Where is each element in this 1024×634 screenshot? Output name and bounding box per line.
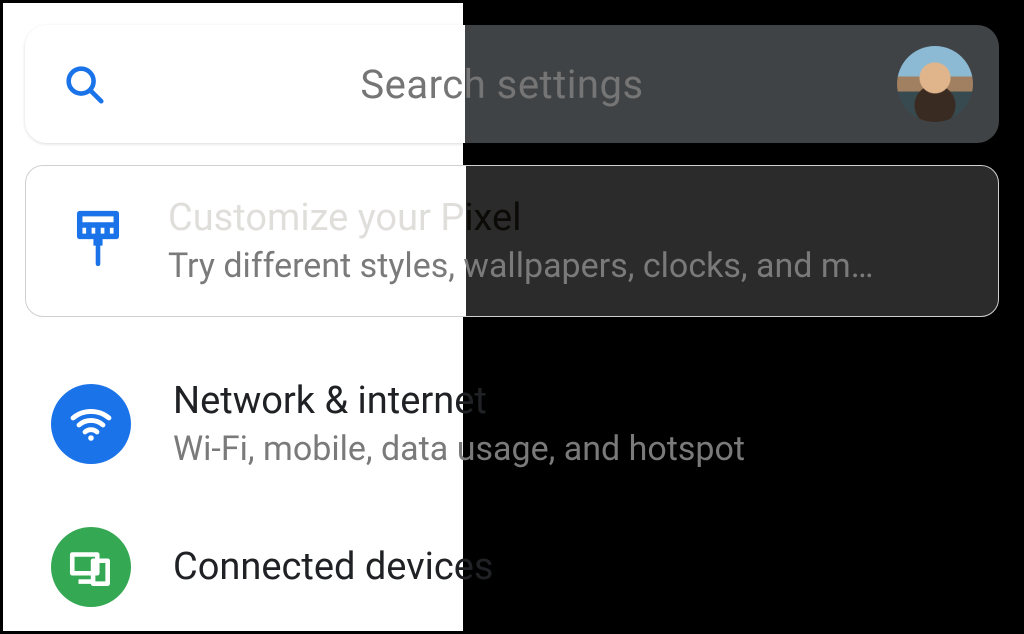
settings-item-network[interactable]: Network & internet Wi-Fi, mobile, data u… xyxy=(25,379,999,469)
network-subtitle: Wi-Fi, mobile, data usage, and hotspot xyxy=(173,429,745,469)
avatar[interactable] xyxy=(897,46,973,122)
search-placeholder: Search settings xyxy=(107,61,897,108)
search-icon xyxy=(61,61,107,107)
settings-item-connected-devices[interactable]: Connected devices xyxy=(25,527,999,607)
customize-pixel-card[interactable]: Customize your Pixel Try different style… xyxy=(25,165,999,317)
customize-title: Customize your Pixel xyxy=(168,196,873,240)
devices-icon xyxy=(51,527,131,607)
network-title: Network & internet xyxy=(173,379,745,423)
paintbrush-icon xyxy=(70,209,126,273)
search-bar[interactable]: Search settings xyxy=(25,25,999,143)
connected-devices-title: Connected devices xyxy=(173,545,494,589)
wifi-icon xyxy=(51,384,131,464)
customize-subtitle: Try different styles, wallpapers, clocks… xyxy=(168,246,873,286)
